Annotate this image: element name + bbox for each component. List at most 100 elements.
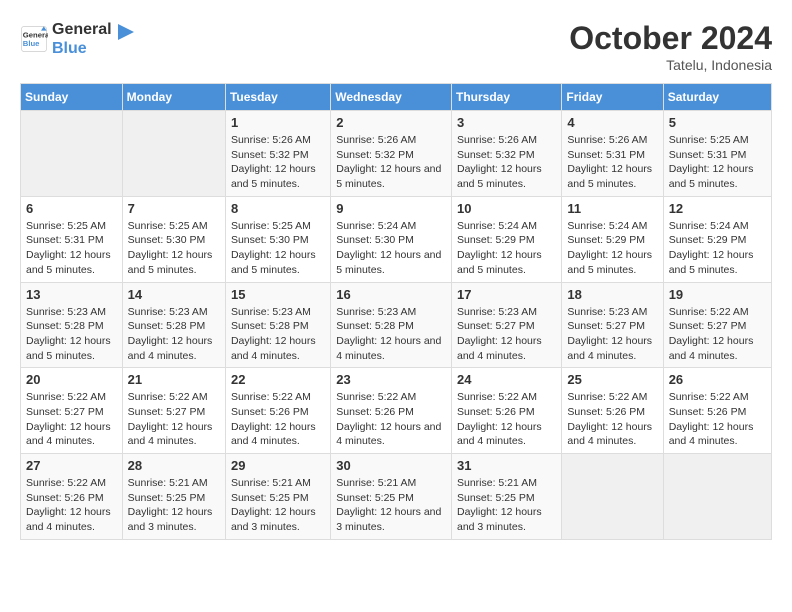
calendar-cell: [663, 454, 771, 540]
calendar-cell: 11 Sunrise: 5:24 AM Sunset: 5:29 PM Dayli…: [562, 196, 663, 282]
calendar-cell: [122, 111, 225, 197]
calendar-cell: 1 Sunrise: 5:26 AM Sunset: 5:32 PM Daylig…: [225, 111, 330, 197]
day-number: 2: [336, 115, 446, 130]
day-number: 4: [567, 115, 657, 130]
week-row-4: 27 Sunrise: 5:22 AM Sunset: 5:26 PM Dayli…: [21, 454, 772, 540]
day-header-wednesday: Wednesday: [331, 84, 452, 111]
day-info: Sunrise: 5:22 AM Sunset: 5:27 PM Dayligh…: [669, 305, 766, 364]
calendar-cell: 2 Sunrise: 5:26 AM Sunset: 5:32 PM Daylig…: [331, 111, 452, 197]
day-number: 1: [231, 115, 325, 130]
day-info: Sunrise: 5:26 AM Sunset: 5:31 PM Dayligh…: [567, 133, 657, 192]
calendar-cell: 12Sunrise: 5:24 AM Sunset: 5:29 PM Dayli…: [663, 196, 771, 282]
day-info: Sunrise: 5:21 AM Sunset: 5:25 PM Dayligh…: [231, 476, 325, 535]
day-number: 30: [336, 458, 446, 473]
day-number: 14: [128, 287, 220, 302]
calendar-cell: [21, 111, 123, 197]
day-info: Sunrise: 5:21 AM Sunset: 5:25 PM Dayligh…: [336, 476, 446, 535]
day-number: 7: [128, 201, 220, 216]
day-number: 28: [128, 458, 220, 473]
day-info: Sunrise: 5:23 AM Sunset: 5:27 PM Dayligh…: [457, 305, 556, 364]
day-number: 8: [231, 201, 325, 216]
day-number: 25: [567, 372, 657, 387]
day-info: Sunrise: 5:23 AM Sunset: 5:27 PM Dayligh…: [567, 305, 657, 364]
calendar-cell: 8 Sunrise: 5:25 AM Sunset: 5:30 PM Daylig…: [225, 196, 330, 282]
day-info: Sunrise: 5:22 AM Sunset: 5:26 PM Dayligh…: [567, 390, 657, 449]
day-number: 27: [26, 458, 117, 473]
calendar-cell: 26 Sunrise: 5:22 AM Sunset: 5:26 PM Dayli…: [663, 368, 771, 454]
calendar-cell: 21 Sunrise: 5:22 AM Sunset: 5:27 PM Dayli…: [122, 368, 225, 454]
title-block: October 2024 Tatelu, Indonesia: [569, 20, 772, 73]
day-info: Sunrise: 5:22 AM Sunset: 5:26 PM Dayligh…: [26, 476, 117, 535]
calendar-cell: 16 Sunrise: 5:23 AM Sunset: 5:28 PM Dayli…: [331, 282, 452, 368]
day-number: 11: [567, 201, 657, 216]
calendar-cell: 24Sunrise: 5:22 AM Sunset: 5:26 PM Dayli…: [451, 368, 561, 454]
day-info: Sunrise: 5:23 AM Sunset: 5:28 PM Dayligh…: [336, 305, 446, 364]
day-header-sunday: Sunday: [21, 84, 123, 111]
calendar-table: SundayMondayTuesdayWednesdayThursdayFrid…: [20, 83, 772, 540]
calendar-cell: 19 Sunrise: 5:22 AM Sunset: 5:27 PM Dayli…: [663, 282, 771, 368]
calendar-cell: 17 Sunrise: 5:23 AM Sunset: 5:27 PM Dayli…: [451, 282, 561, 368]
day-info: Sunrise: 5:26 AM Sunset: 5:32 PM Dayligh…: [336, 133, 446, 192]
day-info: Sunrise: 5:24 AM Sunset: 5:29 PM Dayligh…: [457, 219, 556, 278]
logo-general: General: [52, 20, 112, 39]
day-number: 19: [669, 287, 766, 302]
logo-flag-icon: [116, 24, 134, 54]
day-info: Sunrise: 5:26 AM Sunset: 5:32 PM Dayligh…: [457, 133, 556, 192]
day-number: 10: [457, 201, 556, 216]
day-info: Sunrise: 5:25 AM Sunset: 5:30 PM Dayligh…: [128, 219, 220, 278]
calendar-cell: 27 Sunrise: 5:22 AM Sunset: 5:26 PM Dayli…: [21, 454, 123, 540]
day-number: 17: [457, 287, 556, 302]
logo-blue: Blue: [52, 39, 112, 58]
day-number: 21: [128, 372, 220, 387]
day-number: 22: [231, 372, 325, 387]
logo-icon: General Blue: [20, 25, 48, 53]
calendar-cell: 28Sunrise: 5:21 AM Sunset: 5:25 PM Dayli…: [122, 454, 225, 540]
calendar-cell: 3Sunrise: 5:26 AM Sunset: 5:32 PM Daylig…: [451, 111, 561, 197]
day-header-monday: Monday: [122, 84, 225, 111]
calendar-cell: 5Sunrise: 5:25 AM Sunset: 5:31 PM Daylig…: [663, 111, 771, 197]
day-number: 12: [669, 201, 766, 216]
day-info: Sunrise: 5:25 AM Sunset: 5:30 PM Dayligh…: [231, 219, 325, 278]
day-info: Sunrise: 5:23 AM Sunset: 5:28 PM Dayligh…: [231, 305, 325, 364]
day-info: Sunrise: 5:24 AM Sunset: 5:29 PM Dayligh…: [567, 219, 657, 278]
day-info: Sunrise: 5:22 AM Sunset: 5:26 PM Dayligh…: [336, 390, 446, 449]
day-number: 20: [26, 372, 117, 387]
calendar-cell: 18 Sunrise: 5:23 AM Sunset: 5:27 PM Dayli…: [562, 282, 663, 368]
day-info: Sunrise: 5:25 AM Sunset: 5:31 PM Dayligh…: [669, 133, 766, 192]
calendar-body: 1 Sunrise: 5:26 AM Sunset: 5:32 PM Daylig…: [21, 111, 772, 540]
day-number: 15: [231, 287, 325, 302]
calendar-cell: 10 Sunrise: 5:24 AM Sunset: 5:29 PM Dayli…: [451, 196, 561, 282]
day-info: Sunrise: 5:26 AM Sunset: 5:32 PM Dayligh…: [231, 133, 325, 192]
day-number: 13: [26, 287, 117, 302]
day-info: Sunrise: 5:22 AM Sunset: 5:27 PM Dayligh…: [128, 390, 220, 449]
day-info: Sunrise: 5:22 AM Sunset: 5:26 PM Dayligh…: [231, 390, 325, 449]
logo: General Blue General Blue: [20, 20, 134, 58]
svg-text:General: General: [23, 31, 48, 40]
day-number: 26: [669, 372, 766, 387]
day-header-thursday: Thursday: [451, 84, 561, 111]
day-info: Sunrise: 5:22 AM Sunset: 5:26 PM Dayligh…: [669, 390, 766, 449]
day-info: Sunrise: 5:22 AM Sunset: 5:27 PM Dayligh…: [26, 390, 117, 449]
svg-text:Blue: Blue: [23, 39, 40, 48]
location: Tatelu, Indonesia: [569, 57, 772, 73]
page-header: General Blue General Blue October 2024 T…: [20, 20, 772, 73]
day-header-saturday: Saturday: [663, 84, 771, 111]
day-number: 24: [457, 372, 556, 387]
day-number: 18: [567, 287, 657, 302]
week-row-0: 1 Sunrise: 5:26 AM Sunset: 5:32 PM Daylig…: [21, 111, 772, 197]
day-number: 16: [336, 287, 446, 302]
calendar-cell: 29Sunrise: 5:21 AM Sunset: 5:25 PM Dayli…: [225, 454, 330, 540]
day-info: Sunrise: 5:24 AM Sunset: 5:30 PM Dayligh…: [336, 219, 446, 278]
month-title: October 2024: [569, 20, 772, 57]
day-header-friday: Friday: [562, 84, 663, 111]
day-number: 6: [26, 201, 117, 216]
day-info: Sunrise: 5:23 AM Sunset: 5:28 PM Dayligh…: [128, 305, 220, 364]
calendar-cell: 4 Sunrise: 5:26 AM Sunset: 5:31 PM Daylig…: [562, 111, 663, 197]
calendar-header-row: SundayMondayTuesdayWednesdayThursdayFrid…: [21, 84, 772, 111]
calendar-cell: 25 Sunrise: 5:22 AM Sunset: 5:26 PM Dayli…: [562, 368, 663, 454]
calendar-cell: 22 Sunrise: 5:22 AM Sunset: 5:26 PM Dayli…: [225, 368, 330, 454]
day-info: Sunrise: 5:25 AM Sunset: 5:31 PM Dayligh…: [26, 219, 117, 278]
day-header-tuesday: Tuesday: [225, 84, 330, 111]
day-info: Sunrise: 5:21 AM Sunset: 5:25 PM Dayligh…: [457, 476, 556, 535]
week-row-2: 13 Sunrise: 5:23 AM Sunset: 5:28 PM Dayli…: [21, 282, 772, 368]
